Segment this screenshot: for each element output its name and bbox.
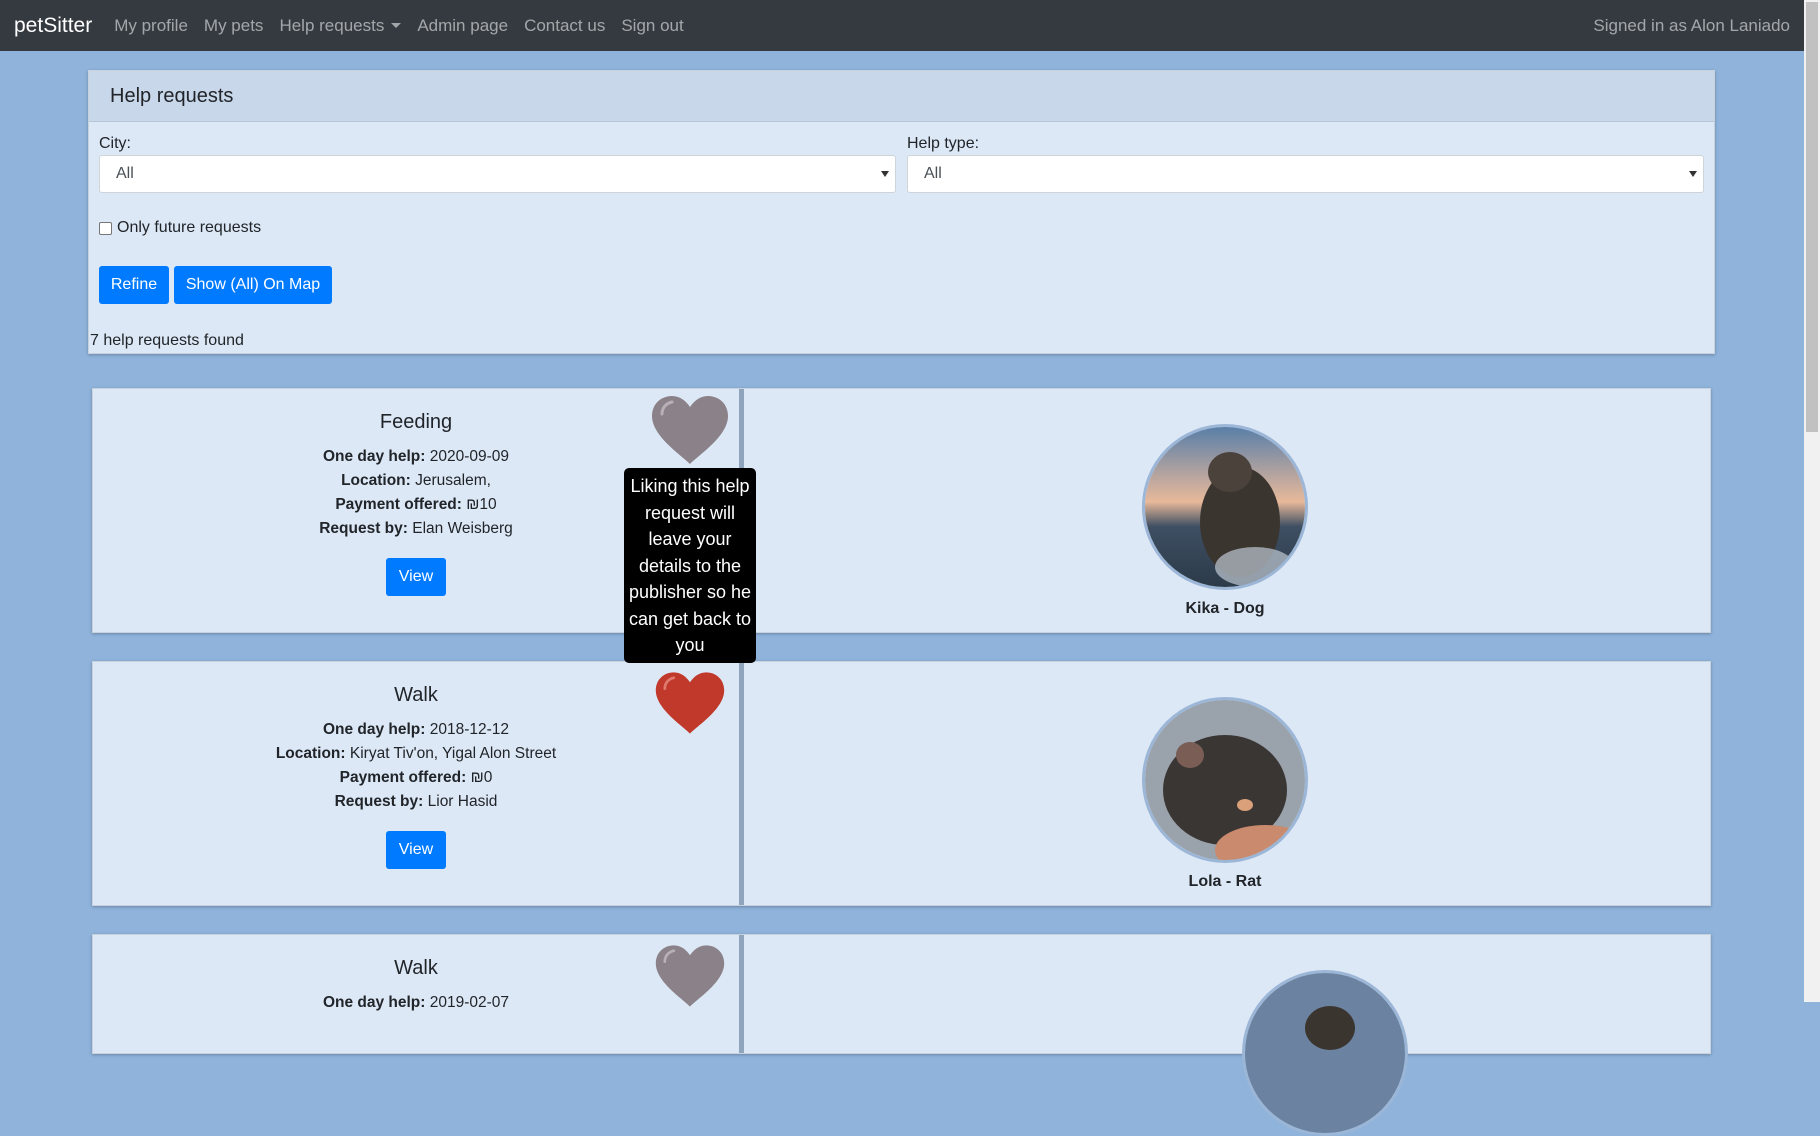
signed-in-text: Signed in as Alon Laniado: [1593, 15, 1790, 35]
pet-name: Lola - Rat: [1188, 873, 1262, 890]
request-location-line: Location: Kiryat Tiv'on, Yigal Alon Stre…: [93, 745, 739, 763]
dropdown-arrow-icon: [1689, 171, 1697, 177]
request-type: Walk: [394, 684, 438, 706]
request-date-line: One day help: 2019-02-07: [93, 994, 739, 1012]
card-divider: [739, 662, 744, 905]
help-request-card: Feeding One day help: 2020-09-09 Locatio…: [92, 388, 1711, 633]
show-on-map-button[interactable]: Show (All) On Map: [174, 266, 332, 304]
request-details: Walk One day help: 2018-12-12 Location: …: [93, 662, 739, 905]
payment-label: Payment offered:: [339, 769, 467, 786]
filter-panel: Help requests City: All Help type: All O…: [88, 70, 1715, 354]
request-date-line: One day help: 2020-09-09: [93, 448, 739, 466]
nav-my-pets[interactable]: My pets: [204, 16, 264, 36]
help-request-card: Walk One day help: 2018-12-12 Location: …: [92, 661, 1711, 906]
top-navbar: petSitter My profile My pets Help reques…: [0, 0, 1804, 51]
city-label: City:: [99, 135, 131, 152]
nav-help-requests-dropdown[interactable]: Help requests: [279, 15, 402, 36]
request-type: Walk: [394, 957, 438, 979]
pet-photo-dog: [1242, 970, 1408, 1136]
nav-admin-page[interactable]: Admin page: [417, 16, 508, 36]
refine-button[interactable]: Refine: [99, 266, 169, 304]
like-heart-icon[interactable]: [650, 394, 730, 466]
request-payment: ₪0: [470, 769, 493, 786]
date-label: One day help:: [322, 994, 426, 1011]
request-by-name: Elan Weisberg: [412, 520, 513, 537]
like-heart-icon[interactable]: [654, 943, 726, 1009]
future-requests-checkbox[interactable]: [99, 222, 112, 235]
nav-contact-us[interactable]: Contact us: [524, 16, 605, 36]
brand-logo[interactable]: petSitter: [14, 14, 92, 38]
dropdown-arrow-icon: [881, 171, 889, 177]
payment-label: Payment offered:: [335, 496, 462, 513]
request-type: Feeding: [379, 411, 453, 433]
results-count: 7 help requests found: [90, 332, 244, 349]
help-type-select-value: All: [924, 165, 942, 182]
location-label: Location:: [341, 472, 411, 489]
nav-my-profile[interactable]: My profile: [114, 16, 188, 36]
request-payment-line: Payment offered: ₪0: [93, 769, 739, 787]
page-scrollbar[interactable]: [1804, 0, 1820, 1002]
date-label: One day help:: [322, 448, 426, 465]
liked-heart-icon[interactable]: [654, 670, 726, 736]
pet-photo-dog: [1142, 424, 1308, 590]
request-by-line: Request by: Lior Hasid: [93, 793, 739, 811]
city-select[interactable]: All: [99, 155, 896, 193]
card-divider: [739, 935, 744, 1053]
city-select-value: All: [116, 165, 134, 182]
help-type-select[interactable]: All: [907, 155, 1704, 193]
request-location: Kiryat Tiv'on, Yigal Alon Street: [349, 745, 557, 762]
scrollbar-thumb[interactable]: [1806, 2, 1818, 432]
view-button[interactable]: View: [386, 831, 446, 869]
pet-name: Kika - Dog: [1185, 600, 1265, 617]
request-date: 2018-12-12: [429, 721, 510, 738]
request-by-name: Lior Hasid: [427, 793, 498, 810]
request-details: Walk One day help: 2019-02-07: [93, 935, 739, 1053]
like-tooltip: Liking this help request will leave your…: [624, 468, 756, 663]
request-by-label: Request by:: [319, 520, 408, 537]
panel-title: Help requests: [89, 71, 1714, 122]
date-label: One day help:: [322, 721, 426, 738]
request-date: 2019-02-07: [429, 994, 510, 1011]
pet-photo-rat: [1142, 697, 1308, 863]
request-by-label: Request by:: [334, 793, 424, 810]
help-type-label: Help type:: [907, 135, 980, 152]
nav-help-requests-label: Help requests: [279, 15, 385, 35]
request-date: 2020-09-09: [429, 448, 510, 465]
request-payment: ₪10: [466, 496, 497, 513]
view-button[interactable]: View: [386, 558, 446, 596]
request-date-line: One day help: 2018-12-12: [93, 721, 739, 739]
caret-down-icon: [391, 22, 402, 28]
future-requests-label: Only future requests: [117, 219, 262, 236]
nav-sign-out[interactable]: Sign out: [621, 16, 683, 36]
request-location: Jerusalem,: [415, 472, 491, 489]
location-label: Location:: [275, 745, 346, 762]
help-request-card: Walk One day help: 2019-02-07: [92, 934, 1711, 1136]
